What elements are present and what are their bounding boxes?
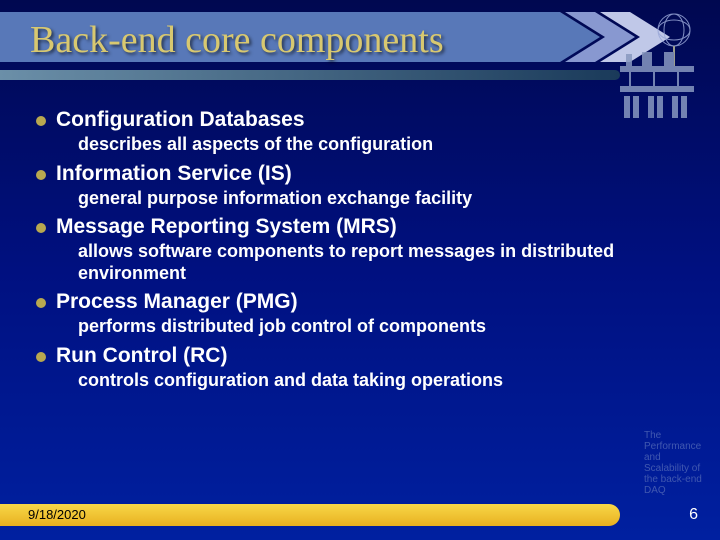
slide-number: 6: [689, 506, 698, 524]
list-item: Information Service (IS) general purpose…: [36, 162, 684, 210]
item-desc: describes all aspects of the configurati…: [78, 134, 684, 156]
item-heading: Message Reporting System (MRS): [56, 215, 397, 239]
bullet-icon: [36, 170, 46, 180]
footer: 9/18/2020 6: [0, 502, 720, 530]
title-underline: [0, 70, 620, 80]
item-desc: controls configuration and data taking o…: [78, 370, 684, 392]
item-desc: performs distributed job control of comp…: [78, 316, 684, 338]
list-item: Run Control (RC) controls configuration …: [36, 344, 684, 392]
item-desc: general purpose information exchange fac…: [78, 188, 684, 210]
item-heading: Configuration Databases: [56, 108, 305, 132]
bullet-icon: [36, 223, 46, 233]
bullet-icon: [36, 352, 46, 362]
list-item: Configuration Databases describes all as…: [36, 108, 684, 156]
list-item: Process Manager (PMG) performs distribut…: [36, 290, 684, 338]
watermark-text: The Performance and Scalability of the b…: [644, 430, 708, 496]
footer-date: 9/18/2020: [28, 507, 86, 522]
item-heading: Information Service (IS): [56, 162, 292, 186]
item-heading: Run Control (RC): [56, 344, 227, 368]
item-heading: Process Manager (PMG): [56, 290, 298, 314]
footer-bar: [0, 504, 620, 526]
decor-graphic: [612, 8, 702, 128]
list-item: Message Reporting System (MRS) allows so…: [36, 215, 684, 284]
bullet-icon: [36, 298, 46, 308]
bullet-icon: [36, 116, 46, 126]
item-desc: allows software components to report mes…: [78, 241, 684, 284]
content-area: Configuration Databases describes all as…: [0, 90, 720, 392]
